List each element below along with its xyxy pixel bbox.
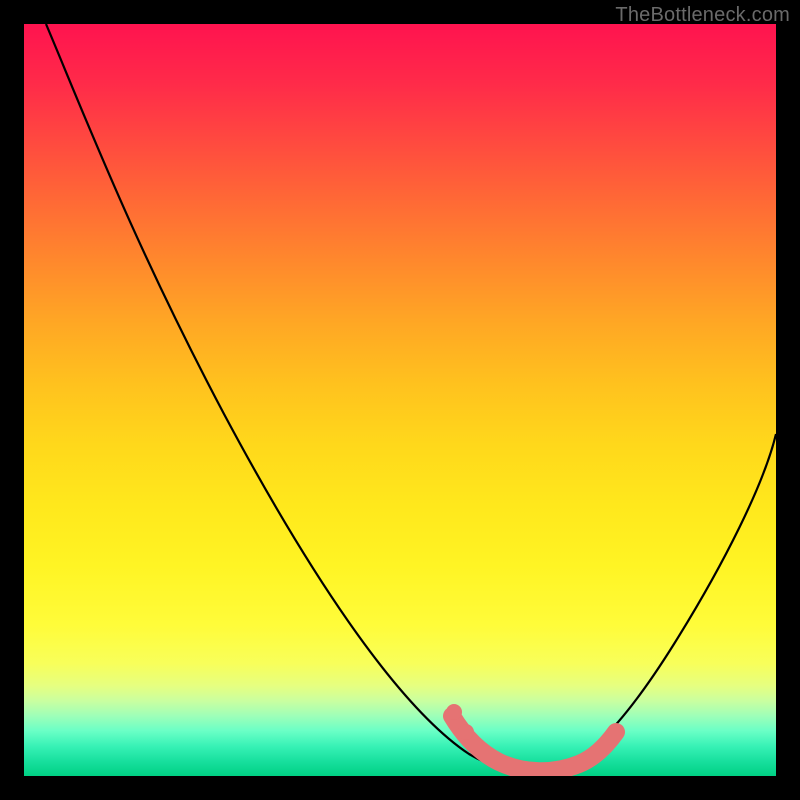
plot-area	[24, 24, 776, 776]
highlight-band	[452, 716, 616, 771]
watermark-text: TheBottleneck.com	[615, 4, 790, 27]
highlight-dot	[446, 704, 462, 720]
curve-layer	[24, 24, 776, 776]
bottleneck-curve	[46, 24, 776, 771]
highlight-dot	[458, 724, 474, 740]
chart-frame: TheBottleneck.com	[0, 0, 800, 800]
